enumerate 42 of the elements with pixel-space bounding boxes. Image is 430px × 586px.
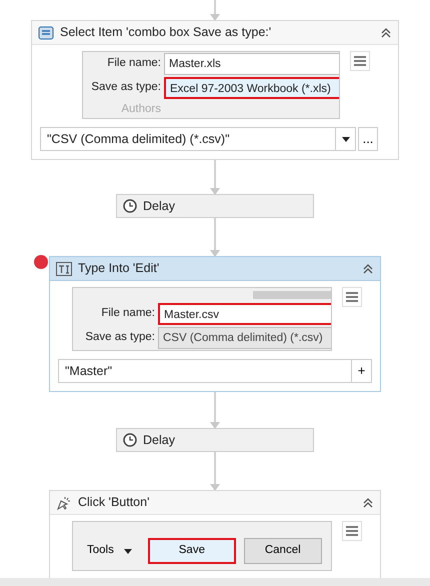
horizontal-scrollbar[interactable] — [0, 578, 430, 586]
field-label: File name: — [106, 56, 161, 72]
text-field: Excel 97-2003 Workbook (*.xls) — [164, 77, 339, 99]
faded-label: Authors — [120, 102, 161, 117]
caret-icon — [124, 548, 132, 554]
menu-icon — [345, 525, 359, 537]
add-button[interactable]: ... — [358, 127, 378, 151]
activity-title: Select Item 'combo box Save as type:' — [60, 24, 272, 42]
breakpoint-dot[interactable] — [34, 255, 48, 269]
list-icon — [38, 26, 54, 40]
field-label: File name: — [100, 306, 155, 322]
value-field[interactable]: "CSV (Comma delimited) (*.csv)" — [40, 127, 336, 151]
field-label: Save as type: — [84, 330, 155, 346]
options-button[interactable] — [350, 51, 370, 71]
activity-card[interactable]: Select Item 'combo box Save as type:' File name: Master.xls Save as type: Excel 97-2003 Workbook (*.xls) Authors "CSV (Comma delimited) (*.csv)" ... — [31, 20, 399, 160]
options-button[interactable] — [342, 521, 362, 541]
dialog-button[interactable]: Cancel — [244, 538, 322, 564]
delay-activity[interactable]: Delay — [116, 428, 314, 452]
caret-icon — [342, 136, 350, 142]
activity-title: Click 'Button' — [78, 494, 150, 512]
menu-icon — [353, 55, 367, 67]
collapse-icon[interactable] — [362, 496, 374, 508]
clock-icon — [123, 433, 137, 447]
delay-activity[interactable]: Delay — [116, 194, 314, 218]
pointer-click-icon — [56, 494, 72, 510]
tools-menu[interactable]: Tools — [87, 542, 140, 560]
activity-card[interactable]: Click 'Button' Tools Save Cancel — [49, 490, 381, 580]
add-button[interactable]: + — [352, 359, 372, 383]
dropdown-button[interactable] — [336, 127, 356, 151]
text-field: Master.csv — [158, 303, 331, 325]
menu-icon — [345, 291, 359, 303]
options-button[interactable] — [342, 287, 362, 307]
dialog-button[interactable]: Save — [148, 538, 236, 564]
text-field: CSV (Comma delimited) (*.csv) — [158, 327, 331, 349]
collapse-icon[interactable] — [380, 26, 392, 38]
collapse-icon[interactable] — [362, 262, 374, 274]
text-field: Master.xls — [164, 53, 339, 75]
text-cursor-icon — [56, 262, 72, 276]
field-label: Save as type: — [90, 80, 161, 96]
value-field[interactable]: "Master" — [58, 359, 352, 383]
clock-icon — [123, 199, 137, 213]
activity-title: Type Into 'Edit' — [78, 260, 160, 278]
